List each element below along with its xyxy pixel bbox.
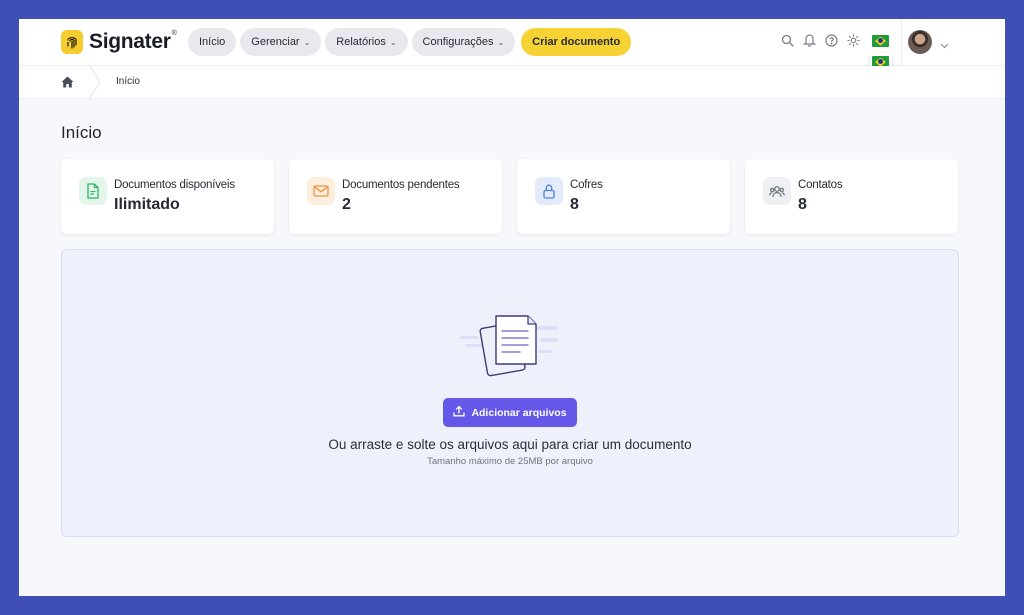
dropzone-instruction: Ou arraste e solte os arquivos aqui para… [328,437,692,452]
chevron-down-icon[interactable] [940,36,949,54]
logo[interactable]: Signater® [61,29,177,55]
nav-gerenciar[interactable]: Gerenciar ⌄ [240,28,322,56]
breadcrumb: Início [19,65,1005,99]
chevron-down-icon: ⌄ [303,37,311,47]
stats-cards: Documentos disponíveis Ilimitado Documen… [61,159,958,234]
stat-label: Contatos [798,179,843,191]
chevron-down-icon: ⌄ [389,37,397,47]
stat-card-contacts[interactable]: Contatos 8 [745,159,958,234]
home-icon[interactable] [61,75,74,93]
nav-inicio-label: Início [199,36,226,48]
app-name: Signater® [89,30,177,53]
nav-relatorios[interactable]: Relatórios ⌄ [325,28,408,56]
upload-icon [453,405,466,420]
nav-divider [901,19,902,65]
fingerprint-logo-icon [61,30,83,54]
chevron-down-icon: ⌄ [497,37,505,47]
breadcrumb-current: Início [116,76,140,87]
nav-gerenciar-label: Gerenciar [251,36,300,48]
lock-icon [535,177,563,205]
breadcrumb-separator-icon [89,65,101,103]
mail-icon [307,177,335,205]
documents-illustration-icon [458,314,562,385]
stat-value: 2 [342,196,351,213]
bell-icon[interactable] [803,33,816,47]
stat-value: Ilimitado [114,196,180,213]
nav-icon-group [781,33,860,47]
dropzone-size-limit: Tamanho máximo de 25MB por arquivo [427,456,593,467]
language-selector[interactable] [872,35,889,47]
theme-sun-icon[interactable] [847,33,860,47]
document-icon [79,177,107,205]
page-title: Início [61,123,102,142]
nav-configuracoes[interactable]: Configurações ⌄ [411,28,516,56]
file-dropzone[interactable]: Adicionar arquivos Ou arraste e solte os… [61,249,959,537]
app-window: Signater® Início Gerenciar ⌄ Relatórios … [19,19,1005,596]
create-document-label: Criar documento [532,36,621,48]
stat-card-available-documents[interactable]: Documentos disponíveis Ilimitado [61,159,274,234]
nav-configuracoes-label: Configurações [422,36,494,48]
users-icon [763,177,791,205]
nav-relatorios-label: Relatórios [336,36,386,48]
add-files-button[interactable]: Adicionar arquivos [443,398,577,427]
stat-value: 8 [798,196,807,213]
stat-card-pending-documents[interactable]: Documentos pendentes 2 [289,159,502,234]
add-files-label: Adicionar arquivos [471,406,567,419]
stat-label: Cofres [570,179,603,191]
create-document-button[interactable]: Criar documento [521,28,632,56]
main-menu: Início Gerenciar ⌄ Relatórios ⌄ Configur… [188,28,632,56]
stat-label: Documentos disponíveis [114,179,235,191]
search-icon[interactable] [781,34,794,47]
stat-card-vaults[interactable]: Cofres 8 [517,159,730,234]
brazil-flag-icon [872,35,889,47]
stat-value: 8 [570,196,579,213]
help-icon[interactable] [825,33,838,47]
nav-inicio[interactable]: Início [188,28,237,56]
top-navbar: Signater® Início Gerenciar ⌄ Relatórios … [19,19,1005,87]
avatar[interactable] [908,30,932,54]
stat-label: Documentos pendentes [342,179,460,191]
